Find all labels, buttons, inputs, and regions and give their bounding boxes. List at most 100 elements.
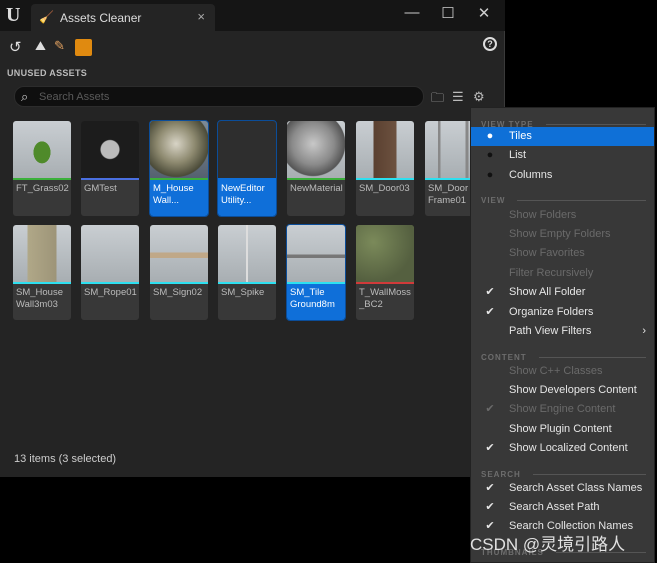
- asset-tile[interactable]: T_WallMoss _BC2: [356, 225, 414, 320]
- asset-thumbnail: [13, 121, 71, 178]
- menu-section-title: SEARCH: [481, 470, 521, 479]
- menu-item-label: Path View Filters: [509, 325, 592, 337]
- asset-tile[interactable]: NewEditor Utility...: [217, 120, 277, 217]
- asset-label: SM_Door03: [359, 183, 410, 194]
- plugin-icon[interactable]: ✎: [54, 38, 65, 54]
- menu-section-header: SEARCH: [481, 470, 646, 479]
- menu-item-show-all-folder[interactable]: ✔ Show All Folder: [471, 283, 654, 302]
- asset-tile[interactable]: SM_House Wall3m03: [13, 225, 71, 320]
- asset-tile[interactable]: SM_Door03: [356, 121, 414, 216]
- asset-label: SM_House Wall3m03: [16, 287, 63, 310]
- menu-item-show-localized-content[interactable]: ✔ Show Localized Content: [471, 439, 654, 458]
- menu-item-label: Show Plugin Content: [509, 423, 612, 435]
- menu-item-show-favorites[interactable]: Show Favorites: [471, 244, 654, 263]
- maximize-button[interactable]: ☐: [438, 4, 458, 22]
- menu-item-show-plugin-content[interactable]: Show Plugin Content: [471, 420, 654, 439]
- check-icon: ✔: [485, 306, 495, 318]
- folder-icon[interactable]: [75, 39, 92, 56]
- asset-type-bar: [356, 178, 414, 180]
- radio-icon: ●: [486, 130, 494, 142]
- menu-item-show-c-classes[interactable]: Show C++ Classes: [471, 362, 654, 381]
- check-icon: ✔: [485, 286, 495, 298]
- menu-item-show-engine-content[interactable]: ✔ Show Engine Content: [471, 400, 654, 419]
- menu-section-header: CONTENT: [481, 353, 646, 362]
- asset-type-bar: [81, 178, 139, 180]
- close-button[interactable]: ✕: [474, 4, 494, 22]
- add-asset-icon[interactable]: ⛰: [35, 38, 46, 54]
- menu-item-tiles[interactable]: ● Tiles: [471, 127, 654, 146]
- check-icon: ✔: [485, 501, 495, 513]
- filter-icon[interactable]: ☰: [452, 89, 464, 105]
- menu-item-label: Organize Folders: [509, 306, 594, 318]
- divider: [545, 124, 646, 125]
- menu-item-label: Show All Folder: [509, 286, 586, 298]
- menu-item-search-asset-class-names[interactable]: ✔ Search Asset Class Names: [471, 479, 654, 498]
- menu-item-list[interactable]: ● List: [471, 146, 654, 165]
- status-text: 13 items (3 selected): [14, 453, 117, 465]
- radio-icon: ●: [486, 169, 494, 181]
- menu-item-label: Show Favorites: [509, 247, 585, 259]
- asset-type-bar: [150, 282, 208, 284]
- asset-type-bar: [81, 282, 139, 284]
- menu-item-label: Show Engine Content: [509, 403, 616, 415]
- asset-label: SM_Sign02: [153, 287, 203, 298]
- menu-item-label: Columns: [509, 169, 553, 181]
- menu-item-label: Show C++ Classes: [509, 365, 603, 377]
- refresh-icon[interactable]: ↺: [9, 38, 22, 56]
- asset-thumbnail: [13, 225, 71, 282]
- settings-dropdown-menu: VIEW TYPE VIEW CONTENT SEARCH THUMBNAILS ● Til…: [470, 107, 655, 563]
- minimize-button[interactable]: —: [402, 4, 422, 21]
- help-icon[interactable]: ?: [483, 37, 497, 51]
- tab-assets-cleaner[interactable]: 🧹 Assets Cleaner ×: [31, 4, 215, 31]
- assets-cleaner-window: U 🧹 Assets Cleaner × — ☐ ✕ ↺ ⛰ ✎ ? UNUSE…: [0, 0, 505, 477]
- asset-tile[interactable]: NewMaterial: [287, 121, 345, 216]
- folder-view-icon[interactable]: 🗀: [431, 89, 444, 111]
- asset-tile[interactable]: M_House Wall...: [149, 120, 209, 217]
- search-bar[interactable]: ⌕: [14, 86, 424, 107]
- menu-item-label: Search Asset Class Names: [509, 482, 643, 494]
- menu-item-filter-recursively[interactable]: Filter Recursively: [471, 264, 654, 283]
- search-input[interactable]: [39, 89, 409, 104]
- asset-tile[interactable]: FT_Grass02: [13, 121, 71, 216]
- menu-item-show-developers-content[interactable]: Show Developers Content: [471, 381, 654, 400]
- divider: [532, 474, 646, 475]
- tab-title: Assets Cleaner: [60, 11, 142, 25]
- asset-label: SM_Rope01: [84, 287, 137, 298]
- settings-gear-icon[interactable]: ⚙: [473, 89, 485, 105]
- menu-item-show-empty-folders[interactable]: Show Empty Folders: [471, 225, 654, 244]
- menu-item-search-asset-path[interactable]: ✔ Search Asset Path: [471, 498, 654, 517]
- chevron-right-icon: ›: [642, 325, 646, 337]
- check-icon: ✔: [485, 442, 495, 454]
- asset-type-bar: [218, 282, 276, 284]
- asset-label: SM_Spike: [221, 287, 265, 298]
- asset-type-bar: [150, 178, 208, 180]
- menu-item-organize-folders[interactable]: ✔ Organize Folders: [471, 303, 654, 322]
- asset-tile[interactable]: SM_Rope01: [81, 225, 139, 320]
- asset-label: GMTest: [84, 183, 117, 194]
- asset-thumbnail: [218, 225, 276, 282]
- section-title: UNUSED ASSETS: [7, 68, 88, 78]
- menu-item-label: Show Folders: [509, 209, 577, 221]
- menu-item-label: Show Developers Content: [509, 384, 637, 396]
- divider: [538, 357, 646, 358]
- divider: [517, 200, 646, 201]
- menu-item-columns[interactable]: ● Columns: [471, 166, 654, 185]
- asset-type-bar: [13, 282, 71, 284]
- asset-tile[interactable]: SM_Tile Ground8m: [286, 224, 346, 321]
- asset-tile[interactable]: SM_Spike: [218, 225, 276, 320]
- menu-item-show-folders[interactable]: Show Folders: [471, 206, 654, 225]
- asset-label: NewMaterial: [290, 183, 343, 194]
- asset-thumbnail: [287, 225, 345, 282]
- asset-tile[interactable]: GMTest: [81, 121, 139, 216]
- unreal-logo-icon[interactable]: U: [6, 4, 20, 27]
- asset-type-bar: [287, 178, 345, 180]
- asset-tile[interactable]: SM_Sign02: [150, 225, 208, 320]
- menu-item-label: Search Asset Path: [509, 501, 600, 513]
- search-icon: ⌕: [21, 89, 29, 104]
- tab-close-button[interactable]: ×: [197, 9, 205, 24]
- check-icon: ✔: [485, 403, 495, 415]
- menu-section-header: VIEW: [481, 196, 646, 205]
- menu-item-label: List: [509, 149, 527, 161]
- asset-thumbnail: [81, 121, 139, 178]
- menu-item-path-view-filters[interactable]: Path View Filters ›: [471, 322, 654, 341]
